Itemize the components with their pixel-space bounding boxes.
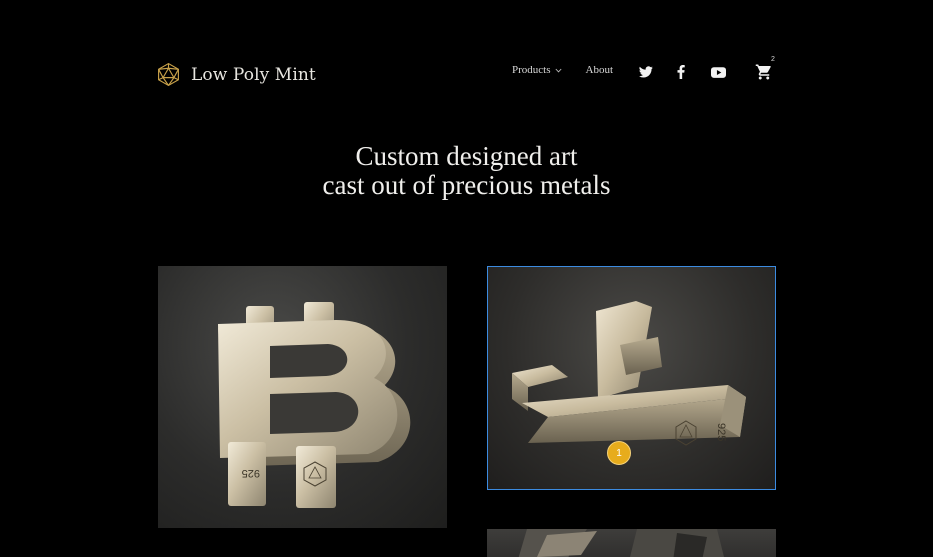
step-badge: 1	[607, 441, 631, 465]
third-product-tile[interactable]	[487, 529, 776, 557]
hero-line-1: Custom designed art	[355, 141, 578, 171]
chevron-down-icon	[554, 64, 562, 76]
litecoin-product-tile[interactable]: 925	[487, 266, 776, 490]
hero-line-2: cast out of precious metals	[322, 170, 611, 200]
stamp-925-text: 925	[715, 423, 727, 441]
product-image	[518, 529, 724, 557]
brand-name: Low Poly Mint	[191, 64, 316, 85]
hero-heading: Custom designed art cast out of precious…	[0, 142, 933, 200]
brand-logo-link[interactable]: Low Poly Mint	[156, 62, 316, 87]
youtube-icon[interactable]	[710, 64, 726, 80]
twitter-icon[interactable]	[638, 64, 654, 80]
nav-products-label: Products	[512, 64, 551, 76]
litecoin-sculpture-image: 925	[512, 301, 746, 446]
bitcoin-product-tile[interactable]: 925	[158, 266, 447, 528]
cart-count-badge: 2	[771, 56, 775, 63]
nav-about-link[interactable]: About	[586, 64, 614, 76]
main-nav: Products About	[512, 64, 613, 76]
page: Low Poly Mint Products About 2 Custom de…	[0, 0, 933, 557]
facebook-icon[interactable]	[673, 64, 689, 80]
bitcoin-sculpture-image: 925	[218, 302, 411, 508]
stamp-925-text: 925	[242, 467, 260, 479]
cart-icon[interactable]	[755, 63, 773, 81]
nav-products-menu[interactable]: Products	[512, 64, 562, 76]
icosahedron-logo-icon	[156, 62, 181, 87]
